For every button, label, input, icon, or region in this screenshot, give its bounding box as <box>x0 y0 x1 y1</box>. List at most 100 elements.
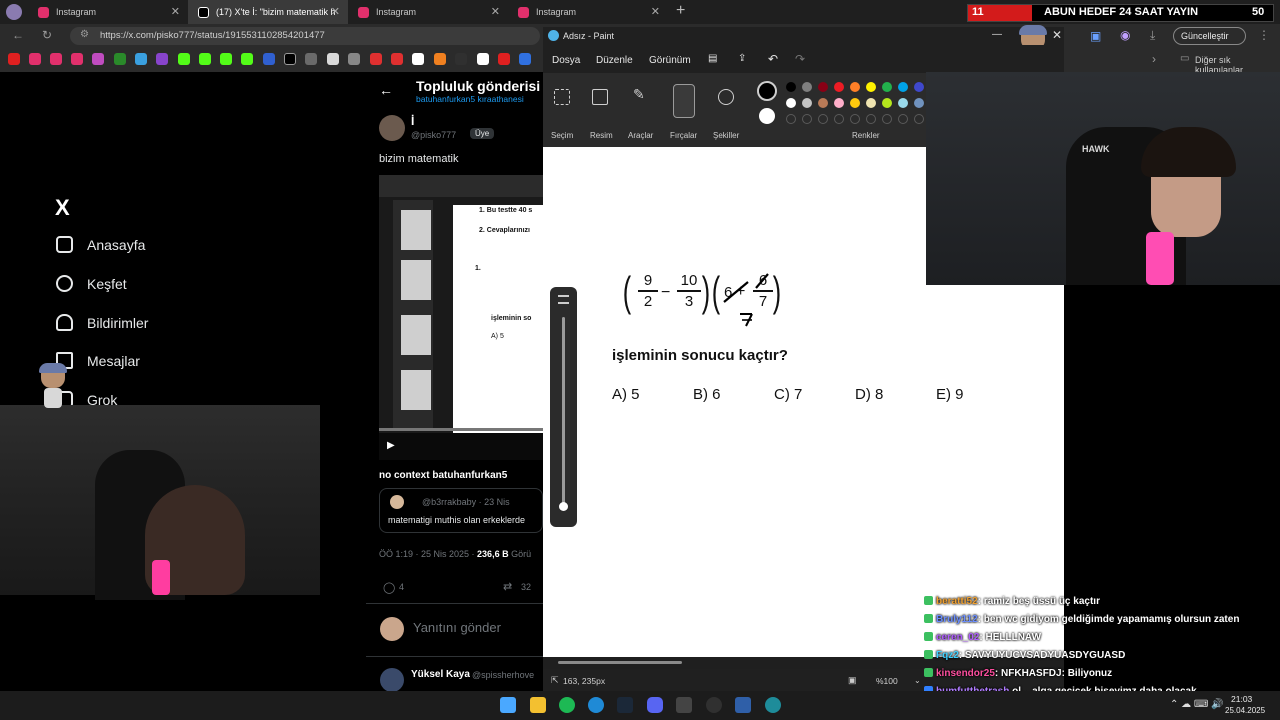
profile-avatar[interactable] <box>6 4 22 20</box>
bookmark-icon[interactable] <box>348 53 360 65</box>
close-icon[interactable]: ✕ <box>651 5 660 18</box>
custom-color-slot[interactable] <box>882 114 892 124</box>
instagram-icon[interactable] <box>50 53 62 65</box>
menu-view[interactable]: Görünüm <box>649 55 691 66</box>
color-swatch[interactable] <box>834 98 844 108</box>
avatar[interactable] <box>380 668 404 692</box>
color-swatch[interactable] <box>898 98 908 108</box>
custom-color-slot[interactable] <box>818 114 828 124</box>
tweet-media-video[interactable]: 1. Bu testte 40 s 2. Cevaplarınızı 1. iş… <box>379 175 543 460</box>
bookmark-icon[interactable] <box>477 53 489 65</box>
more-menu-icon[interactable]: ⋮ <box>1258 28 1270 42</box>
bookmark-icon[interactable] <box>305 53 317 65</box>
twitch-icon[interactable] <box>156 53 168 65</box>
redo-icon[interactable]: ↷ <box>795 52 805 66</box>
youtube-icon[interactable] <box>8 53 20 65</box>
url-text[interactable]: https://x.com/pisko777/status/1915531102… <box>100 30 325 41</box>
paint-taskbar-icon[interactable] <box>765 697 781 713</box>
nav-notifications[interactable]: Bildirimler <box>56 314 148 331</box>
chevron-right-icon[interactable]: › <box>1152 52 1156 66</box>
author-name[interactable]: İ <box>411 114 414 128</box>
custom-color-slot[interactable] <box>914 114 924 124</box>
zoom-level[interactable]: %100 <box>876 676 898 686</box>
tab-instagram-2[interactable]: Instagram ✕ <box>348 0 508 24</box>
video-progress[interactable] <box>379 428 543 431</box>
chat-username[interactable]: ceren_02 <box>936 632 979 643</box>
clock-date[interactable]: 25.04.2025 <box>1225 706 1265 715</box>
download-icon[interactable]: ⤓ <box>1150 28 1155 43</box>
kick-icon[interactable] <box>178 53 190 65</box>
extension-icon[interactable]: ◉ <box>1120 28 1130 42</box>
bookmark-icon[interactable] <box>263 53 275 65</box>
color-swatch[interactable] <box>866 82 876 92</box>
back-arrow-icon[interactable]: ← <box>379 82 393 98</box>
shapes-icon[interactable] <box>718 89 734 105</box>
brush-size-slider[interactable] <box>550 287 577 527</box>
bookmark-icon[interactable] <box>327 53 339 65</box>
tools-icon[interactable]: ✎ <box>633 86 649 102</box>
kick-icon[interactable] <box>241 53 253 65</box>
color-swatch[interactable] <box>802 98 812 108</box>
reply-icon[interactable]: ◯ <box>383 581 395 594</box>
close-icon[interactable]: ✕ <box>1052 28 1062 42</box>
color-swatch[interactable] <box>882 98 892 108</box>
chat-username[interactable]: kinsendor25 <box>936 668 995 679</box>
instagram-icon[interactable] <box>71 53 83 65</box>
close-icon[interactable]: ✕ <box>171 5 180 18</box>
obs-icon[interactable] <box>706 697 722 713</box>
play-icon[interactable]: ▶ <box>387 440 395 451</box>
menu-edit[interactable]: Düzenle <box>596 55 633 66</box>
reply-input[interactable]: Yanıtını gönder <box>413 620 501 635</box>
bookmark-icon[interactable] <box>114 53 126 65</box>
color-swatch[interactable] <box>786 82 796 92</box>
kick-icon[interactable] <box>220 53 232 65</box>
new-tab-button[interactable]: + <box>676 2 685 20</box>
bookmark-icon[interactable] <box>434 53 446 65</box>
chat-username[interactable]: beratti52 <box>936 596 978 607</box>
color-swatch[interactable] <box>818 98 828 108</box>
nav-explore[interactable]: Keşfet <box>56 275 127 292</box>
system-tray[interactable]: ⌃ ☁ ⌨ 🔊 <box>1170 699 1224 710</box>
selection-icon[interactable] <box>554 89 570 105</box>
color-swatch[interactable] <box>914 82 924 92</box>
bookmark-icon[interactable] <box>391 53 403 65</box>
retweet-icon[interactable]: ⇄ <box>503 580 512 593</box>
color-swatch[interactable] <box>866 98 876 108</box>
fit-icon[interactable]: ▣ <box>848 675 857 686</box>
color-swatch[interactable] <box>850 82 860 92</box>
close-icon[interactable]: ✕ <box>491 5 500 18</box>
color-swatch[interactable] <box>786 98 796 108</box>
bookmark-icon[interactable] <box>370 53 382 65</box>
instagram-icon[interactable] <box>29 53 41 65</box>
translate-icon[interactable]: ▣ <box>1090 29 1101 43</box>
app-icon[interactable] <box>676 697 692 713</box>
author-handle[interactable]: @pisko777 <box>411 130 456 140</box>
custom-color-slot[interactable] <box>898 114 908 124</box>
brush-icon[interactable] <box>673 84 695 118</box>
custom-color-slot[interactable] <box>834 114 844 124</box>
site-info-icon[interactable]: ⚙ <box>80 29 89 40</box>
quote-card[interactable] <box>379 488 543 533</box>
chat-username[interactable]: Bruly112 <box>936 614 978 625</box>
file-explorer-icon[interactable] <box>530 697 546 713</box>
community-link[interactable]: batuhanfurkan5 kıraathanesi <box>416 94 524 104</box>
tab-instagram-3[interactable]: Instagram ✕ <box>508 0 668 24</box>
bookmark-icon[interactable] <box>412 53 424 65</box>
save-icon[interactable]: ▤ <box>708 53 717 64</box>
color-swatch[interactable] <box>834 82 844 92</box>
back-arrow-icon[interactable]: ← <box>12 28 24 42</box>
youtube-icon[interactable] <box>498 53 510 65</box>
slider-knob[interactable] <box>559 502 568 511</box>
clock-time[interactable]: 21:03 <box>1231 694 1252 704</box>
bookmark-icon[interactable] <box>92 53 104 65</box>
minimize-icon[interactable]: — <box>992 29 1002 40</box>
color-swatch[interactable] <box>850 98 860 108</box>
color-swatch[interactable] <box>898 82 908 92</box>
color-swatch[interactable] <box>882 82 892 92</box>
close-icon[interactable]: ✕ <box>331 5 340 18</box>
kick-icon[interactable] <box>199 53 211 65</box>
chat-username[interactable]: Fqz2 <box>936 650 959 661</box>
custom-color-slot[interactable] <box>802 114 812 124</box>
custom-color-slot[interactable] <box>866 114 876 124</box>
bookmark-icon[interactable] <box>519 53 531 65</box>
